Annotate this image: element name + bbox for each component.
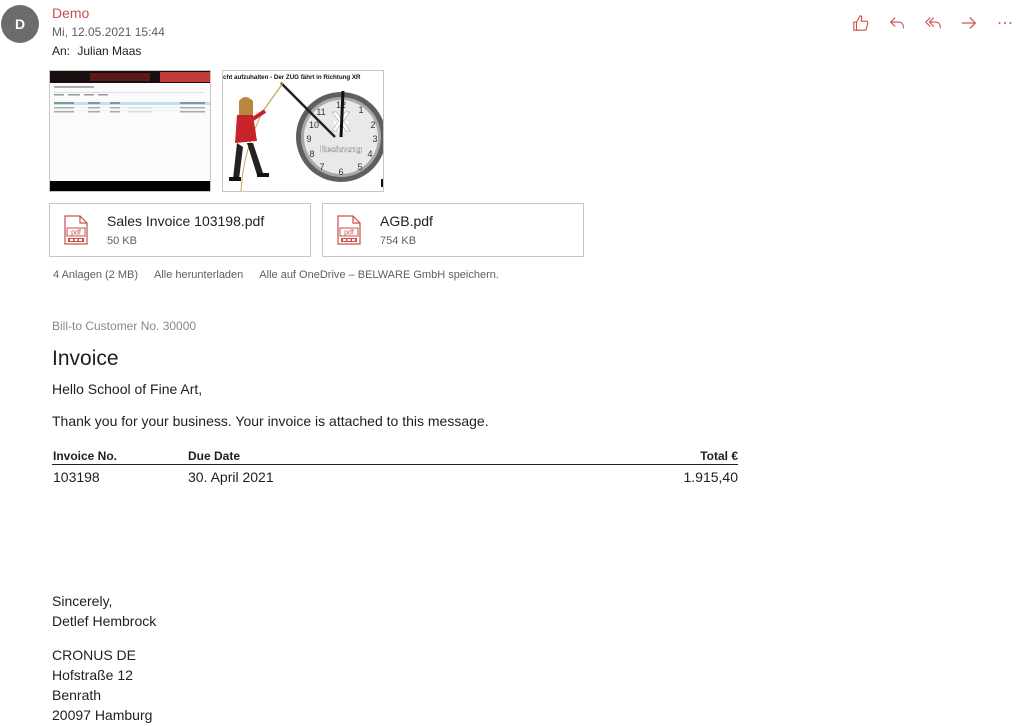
table-header-row: Invoice No. Due Date Total € <box>52 449 738 465</box>
invoice-table: Invoice No. Due Date Total € 103198 30. … <box>52 449 738 485</box>
message-actions <box>850 12 1016 34</box>
column-header-invoice-no: Invoice No. <box>52 449 187 465</box>
sender-avatar[interactable]: D <box>1 5 39 43</box>
table-row: 103198 30. April 2021 1.915,40 <box>52 465 739 485</box>
clock-label: Rechnung <box>320 144 362 154</box>
attachments-bar: 4 Anlagen (2 MB) Alle herunterladen Alle… <box>53 269 499 281</box>
message-body: Bill-to Customer No. 30000 Invoice Hello… <box>52 319 752 725</box>
signature-name: Detlef Hembrock <box>52 613 157 629</box>
reply-all-button[interactable] <box>922 12 944 34</box>
svg-text:4: 4 <box>367 149 372 159</box>
company-district: Benrath <box>52 687 102 703</box>
more-actions-button[interactable] <box>994 12 1016 34</box>
svg-text:pdf: pdf <box>71 230 81 237</box>
svg-text:11: 11 <box>316 107 325 117</box>
recipient-line: An: Julian Maas <box>52 44 141 58</box>
svg-text:5: 5 <box>357 162 362 172</box>
company-city: 20097 Hamburg <box>52 707 153 723</box>
attachment-thumbnail-clock-image[interactable]: cht aufzuhalten - Der ZUG fährt in Richt… <box>222 70 384 192</box>
invoice-number-cell: 103198 <box>53 469 100 485</box>
to-label: An: <box>52 44 71 58</box>
message-date: Mi, 12.05.2021 15:44 <box>52 25 165 39</box>
pdf-icon: pdf <box>337 215 361 245</box>
forward-icon <box>961 17 977 29</box>
thumbnail-caption: cht aufzuhalten - Der ZUG fährt in Richt… <box>223 74 361 81</box>
avatar-initial: D <box>14 16 26 32</box>
closing-block: Sincerely, Detlef Hembrock <box>52 591 752 631</box>
recipient-name[interactable]: Julian Maas <box>77 44 141 58</box>
forward-button[interactable] <box>958 12 980 34</box>
total-cell: 1.915,40 <box>683 469 739 485</box>
svg-text:7: 7 <box>319 162 324 172</box>
svg-text:9: 9 <box>306 134 311 144</box>
download-all-link[interactable]: Alle herunterladen <box>154 269 243 281</box>
invoice-title: Invoice <box>52 347 119 370</box>
svg-text:1: 1 <box>358 105 363 115</box>
more-icon <box>998 22 1012 24</box>
company-name: CRONUS DE <box>52 647 137 663</box>
thanks-line: Thank you for your business. Your invoic… <box>52 413 489 429</box>
attachment-file-sales-invoice[interactable]: pdf Sales Invoice 103198.pdf 50 KB <box>49 203 311 257</box>
greeting: Hello School of Fine Art, <box>52 381 203 397</box>
column-header-due-date: Due Date <box>187 449 523 465</box>
screenshot-thumbnail-image <box>50 71 210 191</box>
reply-all-icon <box>925 17 941 29</box>
attachment-thumbnail-screenshot[interactable] <box>49 70 211 192</box>
svg-text:3: 3 <box>372 134 377 144</box>
svg-text:2: 2 <box>370 120 375 130</box>
clock-image-graphic: cht aufzuhalten - Der ZUG fährt in Richt… <box>223 71 383 191</box>
svg-text:6: 6 <box>338 167 343 177</box>
reply-icon <box>889 17 904 29</box>
file-name: Sales Invoice 103198.pdf <box>107 213 265 229</box>
reply-button[interactable] <box>886 12 908 34</box>
company-address: CRONUS DE Hofstraße 12 Benrath 20097 Ham… <box>52 645 752 725</box>
due-date-cell: 30. April 2021 <box>188 469 274 485</box>
svg-text:pdf: pdf <box>344 230 354 237</box>
closing-line: Sincerely, <box>52 593 113 609</box>
file-size: 754 KB <box>380 235 417 247</box>
sender-name[interactable]: Demo <box>52 5 89 21</box>
pdf-icon: pdf <box>64 215 88 245</box>
attachment-file-agb[interactable]: pdf AGB.pdf 754 KB <box>322 203 584 257</box>
bill-to-line: Bill-to Customer No. 30000 <box>52 319 197 333</box>
svg-text:10: 10 <box>309 120 319 130</box>
thumbs-up-icon <box>853 15 869 31</box>
company-street: Hofstraße 12 <box>52 667 133 683</box>
column-header-total: Total € <box>522 449 738 465</box>
file-name: AGB.pdf <box>380 213 433 229</box>
save-onedrive-link[interactable]: Alle auf OneDrive – BELWARE GmbH speiche… <box>259 269 499 281</box>
file-size: 50 KB <box>107 235 137 247</box>
attachments-count: 4 Anlagen (2 MB) <box>53 269 138 281</box>
like-button[interactable] <box>850 12 872 34</box>
svg-text:8: 8 <box>309 149 314 159</box>
